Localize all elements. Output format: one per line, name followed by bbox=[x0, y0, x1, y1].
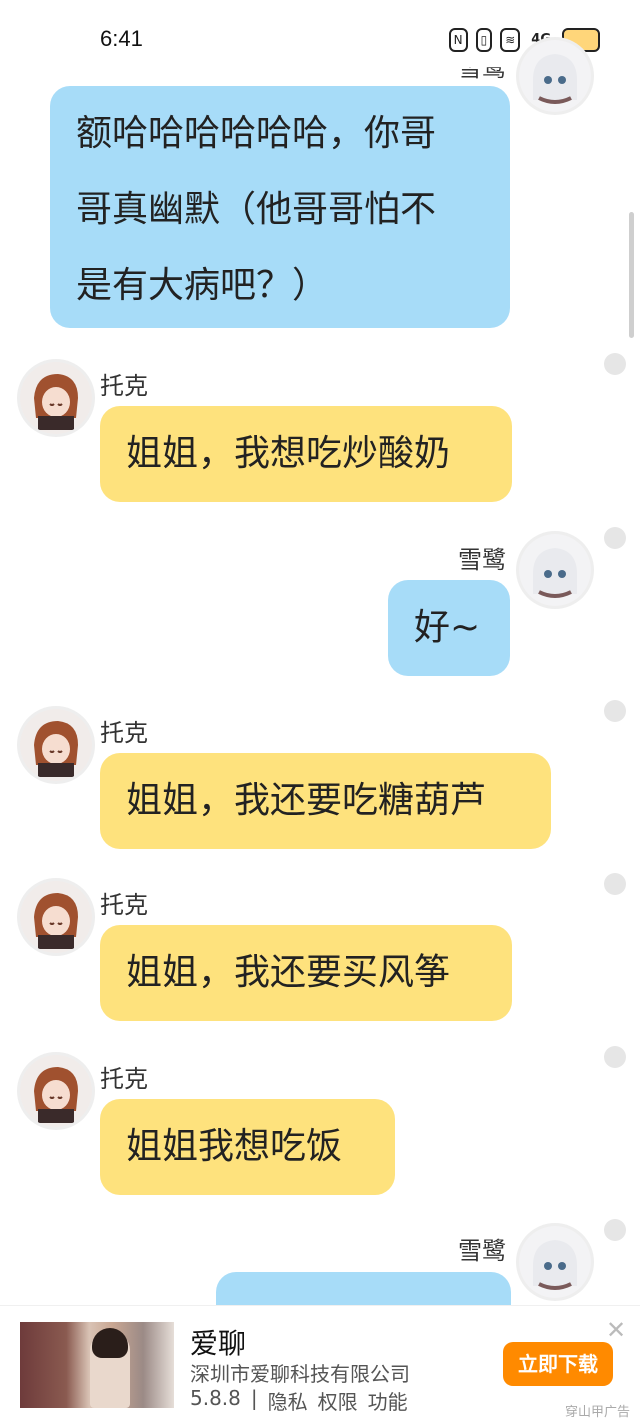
ad-link-privacy[interactable]: 隐私 bbox=[268, 1386, 308, 1415]
wifi-icon: ≋ bbox=[500, 28, 521, 52]
avatar-other[interactable] bbox=[20, 362, 92, 434]
message-text: 姐姐我想吃饭 bbox=[126, 1126, 343, 1167]
read-indicator bbox=[604, 873, 626, 895]
read-indicator bbox=[604, 1046, 626, 1068]
avatar-other[interactable] bbox=[20, 1055, 92, 1127]
sender-name: 雪鹭 bbox=[458, 546, 506, 574]
read-indicator bbox=[604, 1219, 626, 1241]
message-bubble[interactable]: 姐姐，我还要吃糖葫芦 bbox=[100, 753, 551, 849]
message-text: 姐姐，我还要买风筝 bbox=[126, 952, 451, 993]
avatar-self[interactable] bbox=[519, 534, 591, 606]
read-indicator bbox=[604, 700, 626, 722]
ad-link-features[interactable]: 功能 bbox=[368, 1386, 408, 1415]
message-text: 好~ bbox=[414, 607, 481, 648]
ad-banner[interactable]: 爱聊 深圳市爱聊科技有限公司 5.8.8 | 隐私 权限 功能 立即下载 ✕ 穿… bbox=[0, 1305, 640, 1424]
sender-name: 托克 bbox=[100, 719, 148, 747]
ad-version: 5.8.8 bbox=[190, 1386, 241, 1410]
message-text-line: 哥真幽默（他哥哥怕不 bbox=[76, 189, 437, 230]
download-button[interactable]: 立即下载 bbox=[503, 1342, 613, 1386]
message-bubble[interactable]: 好~ bbox=[388, 580, 510, 676]
vibrate-icon: ▯ bbox=[475, 28, 493, 52]
avatar-other[interactable] bbox=[20, 709, 92, 781]
nfc-icon: N bbox=[448, 28, 468, 52]
message-bubble[interactable]: 姐姐，我想吃炒酸奶 bbox=[100, 406, 512, 502]
sender-name: 托克 bbox=[100, 1065, 148, 1093]
message-text: 姐姐，我还要吃糖葫芦 bbox=[126, 780, 487, 821]
message-bubble[interactable]: 姐姐我想吃饭 bbox=[100, 1099, 395, 1195]
sender-name: 雪鹭 bbox=[458, 1237, 506, 1265]
avatar-other[interactable] bbox=[20, 881, 92, 953]
ad-source-tag: 穿山甲广告 bbox=[564, 1405, 630, 1420]
ad-title: 爱聊 bbox=[190, 1327, 247, 1360]
message-text: 姐姐，我想吃炒酸奶 bbox=[126, 433, 451, 474]
scrollbar[interactable] bbox=[629, 212, 634, 338]
avatar-self[interactable] bbox=[519, 1226, 591, 1298]
ad-link-permissions[interactable]: 权限 bbox=[318, 1386, 358, 1415]
message-bubble[interactable]: 额哈哈哈哈哈哈，你哥 哥真幽默（他哥哥怕不 是有大病吧？） bbox=[50, 86, 510, 328]
message-text-line: 是有大病吧？） bbox=[76, 265, 329, 306]
ad-company: 深圳市爱聊科技有限公司 bbox=[190, 1362, 410, 1386]
read-indicator bbox=[604, 527, 626, 549]
avatar-self[interactable] bbox=[519, 40, 591, 112]
close-icon[interactable]: ✕ bbox=[606, 1316, 626, 1344]
message-bubble[interactable]: 姐姐，我还要买风筝 bbox=[100, 925, 512, 1021]
ad-meta: 5.8.8 | 隐私 权限 功能 bbox=[190, 1386, 408, 1415]
status-time: 6:41 bbox=[100, 26, 143, 51]
sender-name: 托克 bbox=[100, 891, 148, 919]
ad-separator: | bbox=[250, 1386, 258, 1410]
sender-name: 托克 bbox=[100, 372, 148, 400]
message-text-line: 额哈哈哈哈哈哈，你哥 bbox=[76, 113, 437, 154]
ad-image[interactable] bbox=[20, 1322, 174, 1408]
read-indicator bbox=[604, 353, 626, 375]
